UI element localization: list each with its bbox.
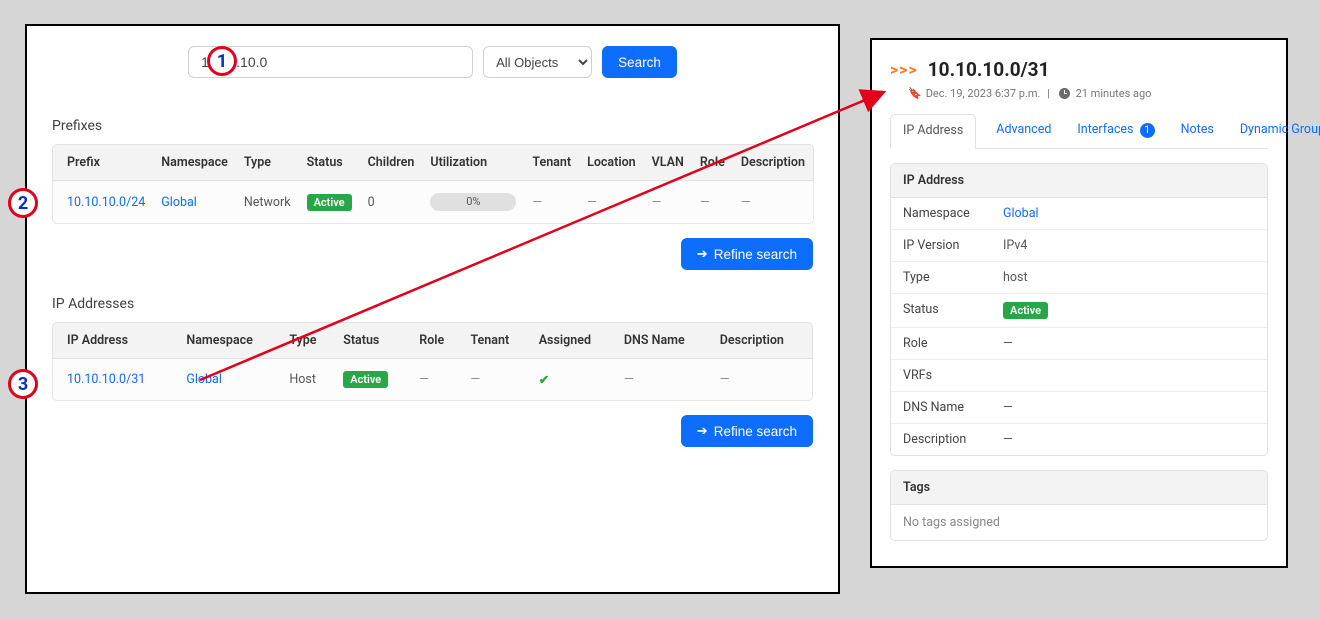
cell-type: Network: [236, 181, 299, 224]
ipaddresses-heading: IP Addresses: [52, 296, 813, 312]
ip-detail-panel: >>> 10.10.10.0/31 🔖 Dec. 19, 2023 6:37 p…: [870, 38, 1288, 568]
updated-ago: 21 minutes ago: [1076, 87, 1152, 100]
field-type-value: host: [991, 262, 1267, 293]
cell-desc: —: [712, 359, 813, 401]
interfaces-count-badge: 1: [1140, 123, 1155, 138]
refine-search-ip-button[interactable]: ➔ Refine search: [681, 415, 813, 447]
col-namespace: Namespace: [178, 322, 281, 359]
status-badge: Active: [343, 371, 388, 388]
cell-location: —: [579, 181, 644, 224]
col-dns: DNS Name: [616, 322, 712, 359]
col-utilization: Utilization: [422, 144, 524, 181]
col-assigned: Assigned: [531, 322, 616, 359]
status-badge: Active: [1003, 302, 1048, 319]
cell-vlan: —: [644, 181, 692, 224]
field-vrfs-value: [991, 360, 1267, 391]
tab-interfaces-label: Interfaces: [1077, 122, 1133, 137]
tab-interfaces[interactable]: Interfaces 1: [1071, 114, 1160, 148]
col-children: Children: [360, 144, 423, 181]
breadcrumb-chevron-icon: >>>: [890, 60, 918, 79]
search-bar: All Objects Search: [52, 46, 813, 78]
field-type-label: Type: [891, 262, 991, 293]
tab-dynamic-groups[interactable]: Dynamic Groups: [1234, 114, 1320, 148]
clock-icon: [1059, 88, 1070, 99]
col-tenant: Tenant: [524, 144, 579, 181]
status-badge: Active: [307, 194, 352, 211]
cell-dns: —: [616, 359, 712, 401]
cell-desc: —: [733, 181, 814, 224]
tags-title: Tags: [891, 471, 1267, 505]
tab-notes[interactable]: Notes: [1175, 114, 1220, 148]
prefixes-table: Prefix Namespace Type Status Children Ut…: [52, 144, 814, 224]
field-role-value: —: [991, 328, 1267, 359]
table-row: 10.10.10.0/24 Global Network Active 0 0%…: [52, 181, 814, 224]
refine-label: Refine search: [714, 247, 797, 262]
annotation-2: 2: [8, 188, 38, 218]
page-title: 10.10.10.0/31: [928, 58, 1050, 81]
field-desc-value: —: [991, 424, 1267, 455]
field-role-label: Role: [891, 328, 991, 359]
field-vrfs-label: VRFs: [891, 360, 991, 391]
field-desc-label: Description: [891, 424, 991, 455]
col-type: Type: [236, 144, 299, 181]
cell-role: —: [692, 181, 733, 224]
tab-ip-address[interactable]: IP Address: [890, 114, 976, 149]
col-prefix: Prefix: [52, 144, 153, 181]
timestamp-meta: 🔖 Dec. 19, 2023 6:37 p.m. | 21 minutes a…: [908, 87, 1268, 100]
field-dns-value: —: [991, 392, 1267, 423]
col-desc: Description: [712, 322, 813, 359]
namespace-link[interactable]: Global: [186, 372, 222, 387]
field-namespace-value[interactable]: Global: [1003, 206, 1039, 221]
search-button[interactable]: Search: [602, 46, 677, 78]
field-ipver-value: IPv4: [991, 230, 1267, 261]
created-timestamp: Dec. 19, 2023 6:37 p.m.: [926, 87, 1041, 100]
prefixes-heading: Prefixes: [52, 118, 813, 134]
bookmark-icon[interactable]: 🔖: [908, 87, 922, 100]
ipaddresses-table: IP Address Namespace Type Status Role Te…: [52, 322, 813, 401]
col-type: Type: [281, 322, 335, 359]
ip-address-box: IP Address Namespace Global IP VersionIPv…: [890, 163, 1268, 456]
cell-tenant: —: [462, 359, 530, 401]
col-status: Status: [299, 144, 360, 181]
check-icon: ✔: [539, 373, 549, 388]
tags-box: Tags No tags assigned: [890, 470, 1268, 541]
field-status-label: Status: [891, 294, 991, 327]
col-tenant: Tenant: [462, 322, 530, 359]
col-role: Role: [692, 144, 733, 181]
namespace-link[interactable]: Global: [161, 195, 197, 210]
annotation-1: 1: [207, 46, 237, 76]
col-ip: IP Address: [52, 322, 178, 359]
cell-tenant: —: [524, 181, 579, 224]
refine-search-prefixes-button[interactable]: ➔ Refine search: [681, 238, 813, 270]
annotation-3: 3: [8, 369, 38, 399]
col-namespace: Namespace: [153, 144, 236, 181]
table-row: 10.10.10.0/31 Global Host Active — — ✔ —…: [52, 359, 813, 401]
col-description: Description: [733, 144, 814, 181]
arrow-right-icon: ➔: [697, 423, 708, 439]
field-dns-label: DNS Name: [891, 392, 991, 423]
cell-type: Host: [281, 359, 335, 401]
field-namespace-label: Namespace: [891, 198, 991, 229]
arrow-right-icon: ➔: [697, 246, 708, 262]
utilization-bar: 0%: [430, 193, 516, 211]
object-type-select[interactable]: All Objects: [483, 46, 592, 78]
prefix-link[interactable]: 10.10.10.0/24: [67, 195, 145, 210]
box-title: IP Address: [891, 164, 1267, 198]
col-location: Location: [579, 144, 644, 181]
col-role: Role: [411, 322, 462, 359]
col-status: Status: [335, 322, 411, 359]
refine-label: Refine search: [714, 424, 797, 439]
tab-advanced[interactable]: Advanced: [990, 114, 1057, 148]
search-results-panel: All Objects Search Prefixes Prefix Names…: [25, 24, 840, 594]
col-vlan: VLAN: [644, 144, 692, 181]
cell-role: —: [411, 359, 462, 401]
detail-tabs: IP Address Advanced Interfaces 1 Notes D…: [890, 114, 1268, 149]
tags-empty: No tags assigned: [891, 505, 1267, 540]
ip-link[interactable]: 10.10.10.0/31: [67, 372, 145, 387]
field-ipver-label: IP Version: [891, 230, 991, 261]
cell-children: 0: [360, 181, 423, 224]
